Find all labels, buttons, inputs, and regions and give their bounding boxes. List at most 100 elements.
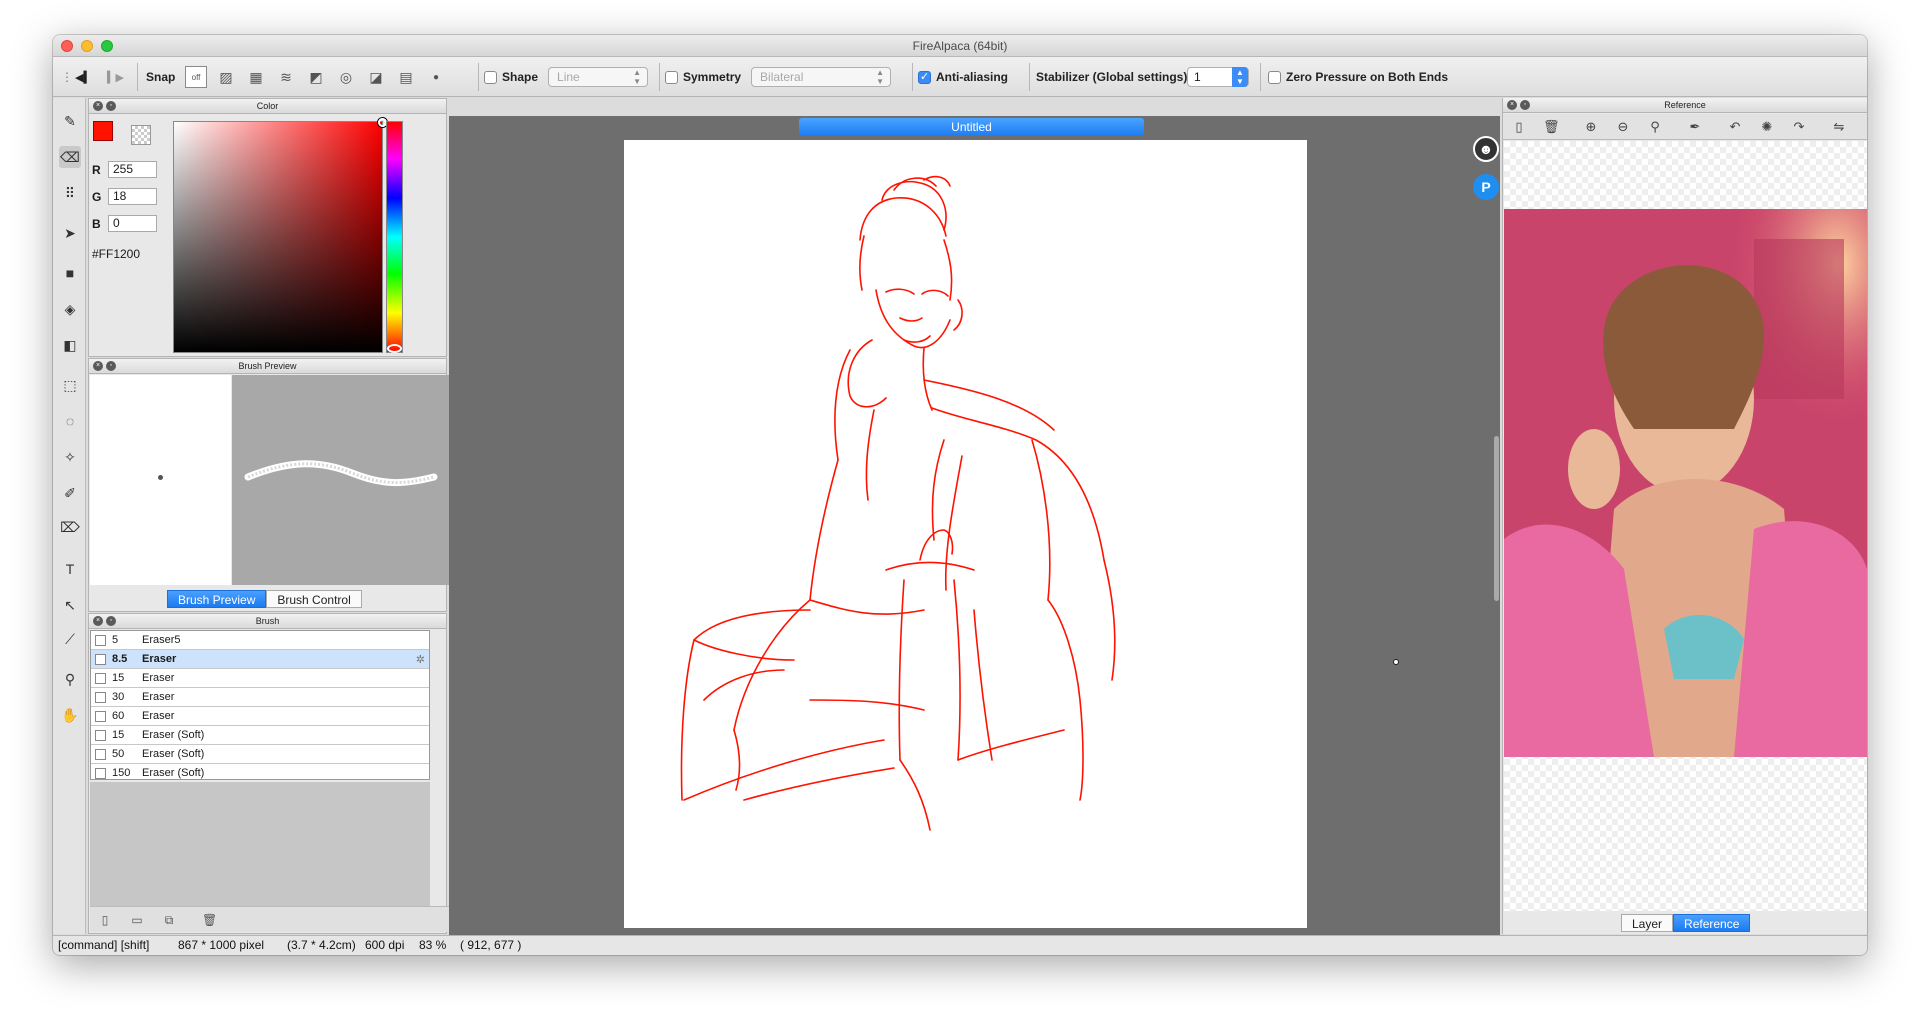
minimize-window-button[interactable]	[81, 40, 93, 52]
brush-checkbox[interactable]	[95, 710, 106, 722]
symmetry-select[interactable]: Bilateral ▲ ▼	[751, 67, 892, 87]
duplicate-brush-icon[interactable]: ⧉	[162, 913, 176, 927]
document-tab[interactable]: Untitled	[799, 118, 1144, 136]
hue-slider-handle[interactable]	[387, 344, 402, 353]
fill-rect-tool-icon[interactable]: ■	[59, 262, 81, 284]
eyedropper-icon[interactable]: ✒	[1687, 119, 1703, 135]
snap-perspective-icon[interactable]: ◩	[305, 66, 327, 88]
list-item[interactable]: 15 Eraser	[91, 669, 429, 688]
snap-dot-icon[interactable]: ●	[425, 66, 447, 88]
new-brush-icon[interactable]: ▯	[98, 913, 112, 927]
redo-icon[interactable]: ▍▶	[107, 57, 124, 97]
foreground-color-swatch[interactable]	[93, 121, 113, 141]
list-item[interactable]: 60 Eraser	[91, 707, 429, 726]
rotate-right-icon[interactable]: ↷	[1791, 119, 1807, 135]
hand-tool-icon[interactable]: ✋	[59, 704, 81, 726]
transparent-color-swatch[interactable]	[131, 125, 151, 145]
divide-tool-icon[interactable]: ⟋	[59, 628, 81, 650]
move-tool-icon[interactable]: ➤	[59, 222, 81, 244]
tab-layer[interactable]: Layer	[1621, 914, 1674, 932]
magic-wand-tool-icon[interactable]: ✧	[59, 446, 81, 468]
list-item[interactable]: 30 Eraser	[91, 688, 429, 707]
gear-icon[interactable]: ✲	[416, 653, 425, 666]
panel-collapse-icon[interactable]: ◦	[1520, 100, 1530, 110]
list-item[interactable]: 5 Eraser5	[91, 631, 429, 650]
zoom-reset-icon[interactable]: ⚲	[1647, 119, 1663, 135]
snap-parallel-icon[interactable]: ▨	[215, 66, 237, 88]
penguin-icon[interactable]: ☻	[1473, 136, 1499, 162]
text-tool-icon[interactable]: T	[59, 558, 81, 580]
lasso-tool-icon[interactable]: ◌	[59, 410, 81, 432]
blue-input[interactable]: 0	[108, 215, 157, 232]
tab-brush-control[interactable]: Brush Control	[266, 590, 362, 608]
eyedropper-tool-icon[interactable]: ⚲	[59, 668, 81, 690]
eraser-tool-icon[interactable]: ⌫	[59, 146, 81, 168]
status-canvas-size-cm: (3.7 * 4.2cm)	[287, 938, 356, 952]
operation-tool-icon[interactable]: ↖	[59, 594, 81, 616]
panel-close-icon[interactable]: ×	[1507, 100, 1517, 110]
snap-concentric-icon[interactable]: ◎	[335, 66, 357, 88]
select-pen-tool-icon[interactable]: ✐	[59, 482, 81, 504]
undo-icon[interactable]: ◀▍	[75, 57, 92, 97]
brush-name: Eraser	[142, 710, 175, 722]
zoom-in-icon[interactable]: ⊕	[1583, 119, 1599, 135]
brush-checkbox[interactable]	[95, 653, 106, 665]
panel-collapse-icon[interactable]: ◦	[106, 616, 116, 626]
green-input[interactable]: 18	[108, 188, 157, 205]
dot-tool-icon[interactable]: ⠿	[59, 182, 81, 204]
stabilizer-input[interactable]: 1 ▲ ▼	[1187, 67, 1249, 87]
tab-brush-preview[interactable]: Brush Preview	[167, 590, 267, 608]
panel-close-icon[interactable]: ×	[93, 101, 103, 111]
brush-checkbox[interactable]	[95, 748, 106, 760]
saturation-value-picker[interactable]	[173, 121, 383, 353]
window-title: FireAlpaca (64bit)	[912, 39, 1008, 53]
rotate-left-icon[interactable]: ↶	[1727, 119, 1743, 135]
brush-checkbox[interactable]	[95, 672, 106, 684]
snap-vanishing-icon[interactable]: ◪	[365, 66, 387, 88]
delete-brush-icon[interactable]: 🗑	[202, 913, 217, 927]
green-label: G	[92, 189, 102, 204]
pixiv-icon[interactable]: P	[1473, 174, 1499, 200]
panel-close-icon[interactable]: ×	[93, 361, 103, 371]
zoom-out-icon[interactable]: ⊖	[1615, 119, 1631, 135]
red-input[interactable]: 255	[108, 161, 157, 178]
shape-checkbox[interactable]	[484, 70, 497, 84]
snap-curve-icon[interactable]: ≋	[275, 66, 297, 88]
select-eraser-tool-icon[interactable]: ⌦	[59, 516, 81, 538]
list-item[interactable]: 150 Eraser (Soft)	[91, 764, 429, 783]
brush-checkbox[interactable]	[95, 634, 106, 646]
snap-settings-icon[interactable]: ▤	[395, 66, 417, 88]
vertical-scrollbar[interactable]	[1494, 436, 1499, 601]
list-item[interactable]: 15 Eraser (Soft)	[91, 726, 429, 745]
list-item[interactable]: 8.5 Eraser ✲	[91, 650, 429, 669]
panel-close-icon[interactable]: ×	[93, 616, 103, 626]
pen-tool-icon[interactable]: ✎	[59, 110, 81, 132]
gradient-tool-icon[interactable]: ◧	[59, 334, 81, 356]
brush-name: Eraser5	[142, 634, 181, 646]
brush-checkbox[interactable]	[95, 767, 106, 779]
maximize-window-button[interactable]	[101, 40, 113, 52]
tab-reference[interactable]: Reference	[1673, 914, 1751, 932]
brush-checkbox[interactable]	[95, 729, 106, 741]
brush-checkbox[interactable]	[95, 691, 106, 703]
panel-collapse-icon[interactable]: ◦	[106, 361, 116, 371]
rotate-reset-icon[interactable]: ✺	[1759, 119, 1775, 135]
select-tool-icon[interactable]: ⬚	[59, 374, 81, 396]
drawing-canvas[interactable]	[624, 140, 1307, 928]
trash-icon[interactable]: 🗑	[1543, 119, 1560, 135]
open-file-icon[interactable]: ▯	[1511, 119, 1527, 135]
close-window-button[interactable]	[61, 40, 73, 52]
panel-collapse-icon[interactable]: ◦	[106, 101, 116, 111]
hue-slider[interactable]	[386, 121, 403, 353]
symmetry-checkbox[interactable]	[665, 70, 678, 84]
flip-icon[interactable]: ⇋	[1831, 119, 1847, 135]
snap-off-icon[interactable]: off	[185, 66, 207, 88]
canvas-area[interactable]: Untitled ☻ P	[449, 116, 1500, 954]
new-folder-icon[interactable]: ▭	[130, 913, 144, 927]
snap-grid-icon[interactable]: ▦	[245, 66, 267, 88]
list-item[interactable]: 50 Eraser (Soft)	[91, 745, 429, 764]
shape-select[interactable]: Line ▲ ▼	[548, 67, 649, 87]
antialias-checkbox[interactable]	[918, 70, 931, 84]
bucket-tool-icon[interactable]: ◈	[59, 298, 81, 320]
zero-pressure-checkbox[interactable]	[1268, 70, 1281, 84]
